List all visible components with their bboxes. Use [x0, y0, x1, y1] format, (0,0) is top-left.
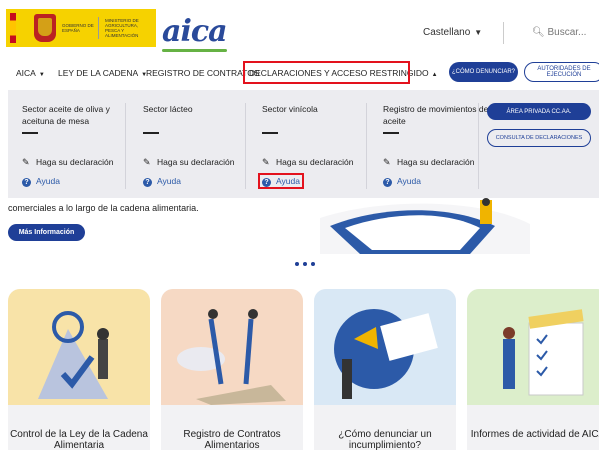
language-label: Castellano	[423, 27, 471, 38]
help-link[interactable]: ? Ayuda	[22, 176, 60, 187]
divider	[262, 132, 278, 134]
gov-line2: Ministerio de Agricultura, Pesca y Alime…	[105, 18, 139, 38]
search-icon: 🔍︎	[532, 27, 545, 38]
hero-text: comerciales a lo largo de la cadena alim…	[8, 203, 199, 213]
help-icon: ?	[22, 178, 31, 187]
carousel-dot[interactable]	[295, 262, 299, 266]
highlight-box	[243, 61, 410, 84]
card-caption: Informes de actividad de AICA	[470, 429, 599, 440]
more-info-button[interactable]: Más Información	[8, 224, 85, 241]
edit-icon: ✎	[262, 157, 270, 167]
declare-link[interactable]: ✎ Haga su declaración	[383, 157, 475, 168]
menu-col-lacteo: Sector lácteo ✎ Haga su declaración ? Ayud…	[143, 103, 253, 187]
nav-item-aica[interactable]: AICA ▼	[16, 68, 45, 78]
nav-label: LEY DE LA CADENA	[58, 68, 139, 78]
column-title: Sector lácteo	[143, 104, 193, 114]
magnifier-illustration	[8, 289, 150, 405]
aica-logo[interactable]: aica	[162, 14, 228, 52]
card-registro[interactable]: Registro de Contratos Alimentarios	[161, 289, 303, 450]
menu-col-registro: Registro de movimientos de aceite ✎ Haga …	[383, 103, 493, 187]
column-divider	[478, 103, 479, 189]
card-informes[interactable]: Informes de actividad de AICA	[467, 289, 599, 450]
link-label: Haga su declaración	[36, 157, 114, 167]
authorities-button[interactable]: AUTORIDADES DE EJECUCIÓN	[524, 62, 599, 82]
divider	[503, 22, 504, 44]
edit-icon: ✎	[22, 157, 30, 167]
edit-icon: ✎	[143, 157, 151, 167]
link-label: Ayuda	[157, 176, 181, 186]
link-label: Ayuda	[36, 176, 60, 186]
declare-link[interactable]: ✎ Haga su declaración	[22, 157, 114, 168]
report-illustration	[314, 289, 456, 405]
column-title: Sector aceite de oliva y aceituna de mes…	[22, 104, 110, 126]
link-label: Ayuda	[397, 176, 421, 186]
declare-link[interactable]: ✎ Haga su declaración	[262, 157, 354, 168]
column-divider	[245, 103, 246, 189]
header: Gobierno de España Ministerio de Agricul…	[0, 0, 599, 56]
contracts-illustration	[161, 289, 303, 405]
divider	[383, 132, 399, 134]
reports-illustration	[467, 289, 599, 405]
query-declarations-button[interactable]: CONSULTA DE DECLARACIONES	[487, 129, 591, 147]
column-divider	[125, 103, 126, 189]
chevron-down-icon: ▼	[38, 72, 45, 78]
highlight-box	[258, 173, 304, 189]
help-icon: ?	[143, 178, 152, 187]
card-caption: Control de la Ley de la Cadena Alimentar…	[10, 429, 148, 450]
column-divider	[366, 103, 367, 189]
column-title: Sector vinícola	[262, 104, 318, 114]
coat-of-arms-icon	[34, 14, 56, 42]
gov-line1: Gobierno de España	[62, 23, 94, 33]
gov-divider	[98, 17, 99, 39]
edit-icon: ✎	[383, 157, 391, 167]
search-placeholder: Buscar...	[547, 27, 587, 38]
menu-col-vinicola: Sector vinícola ✎ Haga su declaración ? Ay…	[262, 103, 372, 187]
link-label: Haga su declaración	[276, 157, 354, 167]
link-label: Haga su declaración	[397, 157, 475, 167]
menu-col-aceite: Sector aceite de oliva y aceituna de mes…	[22, 103, 132, 187]
flag-icon	[10, 13, 16, 43]
government-logo[interactable]: Gobierno de España Ministerio de Agricul…	[6, 9, 156, 47]
card-caption: ¿Cómo denunciar un incumplimiento?	[338, 429, 432, 450]
private-area-button[interactable]: ÁREA PRIVADA CC.AA.	[487, 103, 591, 120]
hero-illustration	[320, 198, 530, 254]
chevron-down-icon: ▼	[474, 28, 483, 37]
nav-label: AICA	[16, 68, 36, 78]
divider	[22, 132, 38, 134]
language-select[interactable]: Castellano ▼	[423, 27, 482, 38]
chevron-up-icon: ▲	[431, 72, 438, 78]
search-box[interactable]: 🔍︎ Buscar...	[532, 27, 586, 38]
carousel-dots[interactable]	[295, 262, 315, 266]
help-link[interactable]: ? Ayuda	[383, 176, 421, 187]
column-title: Registro de movimientos de aceite	[383, 104, 489, 126]
how-to-report-button[interactable]: ¿CÓMO DENUNCIAR?	[449, 62, 518, 82]
declare-link[interactable]: ✎ Haga su declaración	[143, 157, 235, 168]
card-denunciar[interactable]: ¿Cómo denunciar un incumplimiento?	[314, 289, 456, 450]
link-label: Haga su declaración	[157, 157, 235, 167]
card-control[interactable]: Control de la Ley de la Cadena Alimentar…	[8, 289, 150, 450]
nav-item-ley[interactable]: LEY DE LA CADENA ▼	[58, 68, 147, 78]
help-icon: ?	[383, 178, 392, 187]
card-caption: Registro de Contratos Alimentarios	[183, 429, 281, 450]
divider	[143, 132, 159, 134]
carousel-dot[interactable]	[303, 262, 307, 266]
carousel-dot[interactable]	[311, 262, 315, 266]
help-link[interactable]: ? Ayuda	[143, 176, 181, 187]
